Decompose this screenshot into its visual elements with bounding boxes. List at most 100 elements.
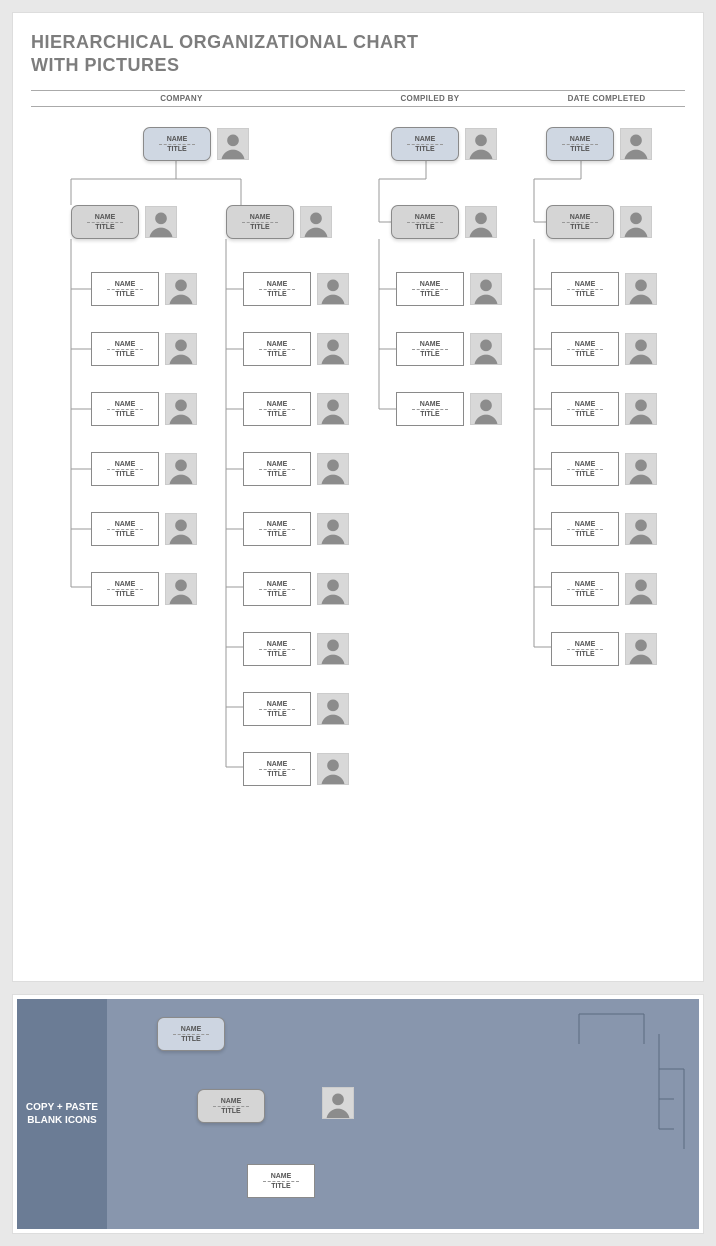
card-title: TITLE	[267, 471, 286, 478]
card-child[interactable]: NAMETITLE	[551, 452, 619, 486]
card-child[interactable]: NAMETITLE	[396, 332, 464, 366]
card-child[interactable]: NAMETITLE	[243, 392, 311, 426]
person-icon	[319, 696, 347, 724]
child-node[interactable]: NAMETITLE	[243, 572, 349, 606]
child-node[interactable]: NAMETITLE	[243, 392, 349, 426]
blank-avatar[interactable]	[322, 1087, 354, 1119]
avatar-placeholder	[625, 633, 657, 665]
card-blank-white[interactable]: NAME TITLE	[247, 1164, 315, 1198]
child-node[interactable]: NAMETITLE	[396, 332, 502, 366]
blank-card-grey[interactable]: NAME TITLE	[197, 1089, 265, 1123]
child-node[interactable]: NAMETITLE	[91, 572, 197, 606]
avatar-placeholder	[317, 333, 349, 365]
card-title: TITLE	[575, 651, 594, 658]
manager-node-col2[interactable]: NAME TITLE	[226, 205, 332, 239]
child-node[interactable]: NAMETITLE	[91, 392, 197, 426]
card-child[interactable]: NAMETITLE	[243, 452, 311, 486]
card-child[interactable]: NAMETITLE	[551, 272, 619, 306]
card-child[interactable]: NAMETITLE	[396, 272, 464, 306]
card-child[interactable]: NAMETITLE	[91, 512, 159, 546]
child-node[interactable]: NAMETITLE	[91, 452, 197, 486]
blank-card-white[interactable]: NAME TITLE	[247, 1164, 315, 1198]
person-icon	[167, 576, 195, 604]
child-node[interactable]: NAMETITLE	[243, 692, 349, 726]
card-child[interactable]: NAMETITLE	[551, 572, 619, 606]
card-child[interactable]: NAMETITLE	[91, 332, 159, 366]
card-divider	[87, 222, 123, 223]
card-name: NAME	[267, 581, 288, 588]
card-child[interactable]: NAMETITLE	[243, 332, 311, 366]
card-child[interactable]: NAMETITLE	[551, 392, 619, 426]
card-name: NAME	[267, 341, 288, 348]
card-child[interactable]: NAMETITLE	[551, 512, 619, 546]
child-node[interactable]: NAMETITLE	[243, 512, 349, 546]
manager-node-col1[interactable]: NAME TITLE	[71, 205, 177, 239]
card-divider	[412, 289, 448, 290]
person-icon	[319, 276, 347, 304]
card-title: TITLE	[95, 224, 114, 231]
top-node-col12[interactable]: NAME TITLE	[143, 127, 249, 161]
field-header-row: COMPANY COMPILED BY DATE COMPLETED	[31, 90, 685, 107]
card-top-col4[interactable]: NAME TITLE	[546, 127, 614, 161]
top-node-col4[interactable]: NAME TITLE	[546, 127, 652, 161]
manager-node-col3[interactable]: NAME TITLE	[391, 205, 497, 239]
card-manager-col1[interactable]: NAME TITLE	[71, 205, 139, 239]
blank-card-blue[interactable]: NAME TITLE	[157, 1017, 225, 1051]
card-divider	[259, 649, 295, 650]
card-child[interactable]: NAMETITLE	[396, 392, 464, 426]
card-manager-col3[interactable]: NAME TITLE	[391, 205, 459, 239]
card-child[interactable]: NAMETITLE	[551, 332, 619, 366]
avatar-placeholder	[470, 273, 502, 305]
avatar-placeholder	[625, 453, 657, 485]
child-node[interactable]: NAMETITLE	[91, 512, 197, 546]
child-node[interactable]: NAMETITLE	[551, 452, 657, 486]
child-node[interactable]: NAMETITLE	[243, 332, 349, 366]
child-node[interactable]: NAMETITLE	[551, 512, 657, 546]
top-node-col3[interactable]: NAME TITLE	[391, 127, 497, 161]
card-name: NAME	[415, 214, 436, 221]
card-title: TITLE	[267, 771, 286, 778]
card-child[interactable]: NAMETITLE	[243, 752, 311, 786]
child-node[interactable]: NAMETITLE	[91, 272, 197, 306]
person-icon	[167, 336, 195, 364]
card-divider	[407, 222, 443, 223]
card-child[interactable]: NAMETITLE	[243, 692, 311, 726]
card-divider	[567, 589, 603, 590]
card-child[interactable]: NAMETITLE	[243, 632, 311, 666]
child-node[interactable]: NAMETITLE	[243, 272, 349, 306]
card-child[interactable]: NAMETITLE	[243, 272, 311, 306]
card-child[interactable]: NAMETITLE	[91, 572, 159, 606]
child-node[interactable]: NAMETITLE	[243, 752, 349, 786]
avatar-placeholder	[145, 206, 177, 238]
child-node[interactable]: NAMETITLE	[396, 392, 502, 426]
header-compiled-by: COMPILED BY	[332, 94, 528, 103]
card-top-col3[interactable]: NAME TITLE	[391, 127, 459, 161]
card-child[interactable]: NAMETITLE	[91, 452, 159, 486]
card-child[interactable]: NAMETITLE	[243, 512, 311, 546]
child-node[interactable]: NAMETITLE	[551, 572, 657, 606]
child-node[interactable]: NAMETITLE	[91, 332, 197, 366]
person-icon	[622, 209, 650, 237]
card-child[interactable]: NAMETITLE	[91, 392, 159, 426]
child-node[interactable]: NAMETITLE	[243, 632, 349, 666]
card-child[interactable]: NAMETITLE	[91, 272, 159, 306]
card-child[interactable]: NAMETITLE	[551, 632, 619, 666]
card-child[interactable]: NAMETITLE	[243, 572, 311, 606]
manager-node-col4[interactable]: NAME TITLE	[546, 205, 652, 239]
person-icon	[472, 276, 500, 304]
child-node[interactable]: NAMETITLE	[551, 332, 657, 366]
card-top-col12[interactable]: NAME TITLE	[143, 127, 211, 161]
card-name: NAME	[575, 281, 596, 288]
child-node[interactable]: NAMETITLE	[243, 452, 349, 486]
card-manager-col4[interactable]: NAME TITLE	[546, 205, 614, 239]
child-node[interactable]: NAMETITLE	[551, 632, 657, 666]
card-manager-col2[interactable]: NAME TITLE	[226, 205, 294, 239]
card-divider	[259, 409, 295, 410]
child-node[interactable]: NAMETITLE	[551, 392, 657, 426]
panel-body: NAME TITLE NAME TITLE NAME TITLE	[107, 999, 699, 1229]
card-name: NAME	[181, 1026, 202, 1033]
child-node[interactable]: NAMETITLE	[551, 272, 657, 306]
card-blank-blue[interactable]: NAME TITLE	[157, 1017, 225, 1051]
card-blank-grey[interactable]: NAME TITLE	[197, 1089, 265, 1123]
child-node[interactable]: NAMETITLE	[396, 272, 502, 306]
